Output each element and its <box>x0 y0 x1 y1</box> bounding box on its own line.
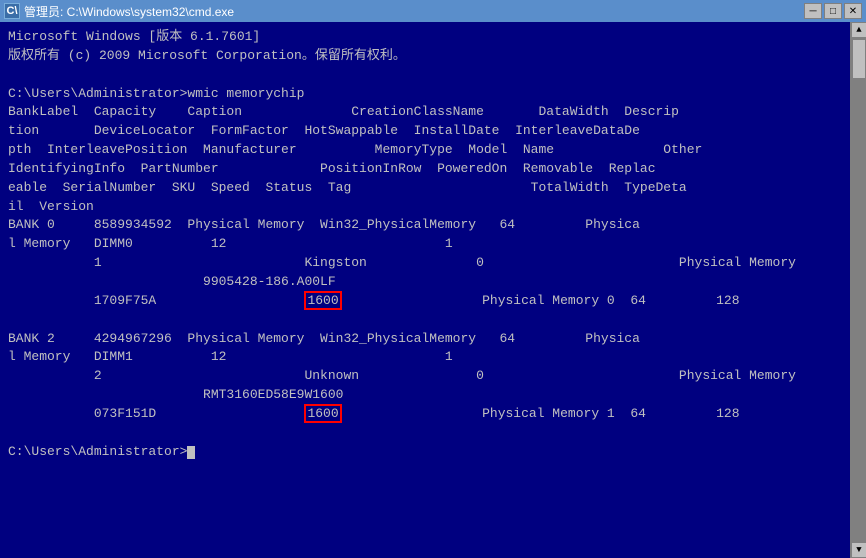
scrollbar-track <box>851 38 866 542</box>
line-10: il Version <box>8 198 840 217</box>
line-9: eable SerialNumber SKU Speed Status Tag … <box>8 179 840 198</box>
close-button[interactable]: ✕ <box>844 3 862 19</box>
line-bank2-2: l Memory DIMM1 12 1 <box>8 348 840 367</box>
line-5: BankLabel Capacity Caption CreationClass… <box>8 103 840 122</box>
line-8: IdentifyingInfo PartNumber PositionInRow… <box>8 160 840 179</box>
line-bank0-3: 1 Kingston 0 Physical Memory <box>8 254 840 273</box>
scrollbar-down-button[interactable]: ▼ <box>851 542 866 558</box>
line-bank2-3: 2 Unknown 0 Physical Memory <box>8 367 840 386</box>
line-blank-mid <box>8 311 840 330</box>
line-bank0-2: l Memory DIMM0 12 1 <box>8 235 840 254</box>
line-bank2-5: 073F151D 1600 Physical Memory 1 64 128 <box>8 405 840 424</box>
line-bank2-1: BANK 2 4294967296 Physical Memory Win32_… <box>8 330 840 349</box>
line-bank2-4: RMT3160ED58E9W1600 <box>8 386 840 405</box>
console-content: Microsoft Windows [版本 6.1.7601] 版权所有 (c)… <box>8 28 858 461</box>
highlight-box-1: 1600 <box>304 291 341 310</box>
console-area: Microsoft Windows [版本 6.1.7601] 版权所有 (c)… <box>0 22 866 558</box>
line-bank0-1: BANK 0 8589934592 Physical Memory Win32_… <box>8 216 840 235</box>
title-bar-text: 管理员: C:\Windows\system32\cmd.exe <box>24 3 804 20</box>
cursor <box>187 446 195 459</box>
scrollbar[interactable]: ▲ ▼ <box>850 22 866 558</box>
title-bar: C\ 管理员: C:\Windows\system32\cmd.exe ─ □ … <box>0 0 866 22</box>
line-bank0-5: 1709F75A 1600 Physical Memory 0 64 128 <box>8 292 840 311</box>
line-blank-end <box>8 424 840 443</box>
line-3 <box>8 66 840 85</box>
title-bar-icon: C\ <box>4 3 20 19</box>
title-bar-buttons: ─ □ ✕ <box>804 3 862 19</box>
line-1: Microsoft Windows [版本 6.1.7601] <box>8 28 840 47</box>
line-7: pth InterleavePosition Manufacturer Memo… <box>8 141 840 160</box>
line-bank0-4: 9905428-186.A00LF <box>8 273 840 292</box>
line-4: C:\Users\Administrator>wmic memorychip <box>8 85 840 104</box>
scrollbar-up-button[interactable]: ▲ <box>851 22 866 38</box>
line-6: tion DeviceLocator FormFactor HotSwappab… <box>8 122 840 141</box>
line-prompt: C:\Users\Administrator> <box>8 443 840 462</box>
maximize-button[interactable]: □ <box>824 3 842 19</box>
scrollbar-thumb[interactable] <box>852 39 866 79</box>
highlight-box-2: 1600 <box>304 404 341 423</box>
line-2: 版权所有 (c) 2009 Microsoft Corporation。保留所有… <box>8 47 840 66</box>
minimize-button[interactable]: ─ <box>804 3 822 19</box>
